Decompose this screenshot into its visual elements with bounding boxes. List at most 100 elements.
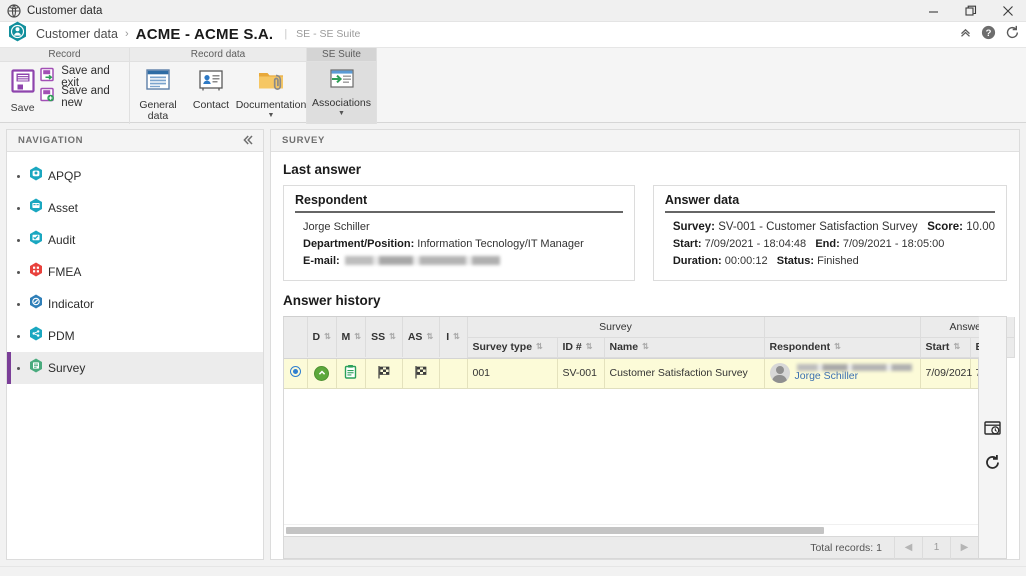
sidebar-item-asset[interactable]: Asset [7, 192, 263, 224]
sort-icon[interactable]: ⇅ [426, 333, 433, 341]
refresh-icon[interactable] [1005, 25, 1020, 45]
save-and-new-button[interactable]: Save and new [40, 85, 124, 109]
col-d[interactable]: D ⇅ [307, 317, 337, 357]
col-as[interactable]: AS ⇅ [402, 317, 440, 357]
close-button[interactable] [989, 0, 1026, 22]
col-ss[interactable]: SS ⇅ [365, 317, 403, 357]
respondent-email-label: E-mail: [303, 255, 340, 267]
status-bar [0, 566, 1026, 576]
next-page-button[interactable]: ▶ [950, 536, 978, 559]
answer-score-label: Score: [927, 221, 964, 233]
answer-start-end-row: Start: 7/09/2021 - 18:04:48 End: 7/09/20… [665, 236, 995, 253]
checkered-flag-icon[interactable] [413, 365, 429, 382]
row-select-radio[interactable] [284, 358, 308, 389]
cell-ss[interactable] [365, 358, 403, 389]
cell-d[interactable] [307, 358, 337, 389]
grid-side-toolbar [979, 316, 1007, 559]
sort-icon[interactable]: ⇅ [453, 333, 460, 341]
answer-start-value: 7/09/2021 - 18:04:48 [704, 238, 807, 250]
col-group-survey: Survey [467, 317, 765, 338]
help-icon[interactable]: ? [981, 25, 996, 45]
minimize-button[interactable] [915, 0, 952, 22]
content-panel: SURVEY Last answer Respondent Jorge Schi… [270, 129, 1020, 560]
bullet-icon [17, 366, 20, 370]
green-clipboard-icon[interactable] [344, 365, 357, 382]
sidebar-item-pdm[interactable]: PDM [7, 320, 263, 352]
sort-icon[interactable]: ⇅ [953, 343, 960, 351]
content-title: SURVEY [282, 135, 326, 146]
answer-duration-value: 00:00:12 [724, 255, 768, 267]
associations-button[interactable]: Associations ▼ [312, 65, 371, 118]
respondent-email: E-mail: [295, 253, 623, 270]
answer-end-value: 7/09/2021 - 18:05:00 [842, 238, 945, 250]
section-title-answer-history: Answer history [283, 293, 381, 308]
answer-data-card: Answer data Survey: SV-001 - Customer Sa… [652, 185, 1007, 281]
sort-icon[interactable]: ⇅ [642, 343, 649, 351]
refresh-grid-icon[interactable] [984, 454, 1001, 476]
sidebar-item-audit[interactable]: Audit [7, 224, 263, 256]
chevron-down-icon[interactable]: ▼ [338, 110, 345, 118]
folder-clip-icon [257, 68, 285, 97]
sort-icon[interactable]: ⇅ [536, 343, 543, 351]
page-number[interactable]: 1 [922, 536, 950, 559]
grid-body-scroll[interactable]: 001 SV-001 Customer Satisfaction Survey [284, 358, 978, 525]
cell-survey-type: 001 [467, 358, 558, 389]
save-exit-icon [40, 67, 55, 87]
sidebar-item-apqp[interactable]: APQP [7, 160, 263, 192]
cell-as[interactable] [402, 358, 440, 389]
col-m[interactable]: M ⇅ [336, 317, 366, 357]
breadcrumb-record: ACME - ACME S.A. [135, 25, 274, 43]
screen-history-icon[interactable] [984, 420, 1001, 442]
col-id[interactable]: ID # ⇅ [557, 337, 605, 358]
cell-respondent-name[interactable]: Jorge Schiller [795, 371, 912, 382]
bullet-icon [17, 174, 20, 178]
chevron-down-icon[interactable]: ▼ [268, 112, 275, 120]
sort-icon[interactable]: ⇅ [354, 333, 361, 341]
green-circle-up-arrow-icon[interactable] [314, 365, 329, 381]
sidebar-item-survey[interactable]: Survey [7, 352, 263, 384]
save-and-exit-button[interactable]: Save and exit [40, 65, 124, 89]
answer-survey-row: Survey: SV-001 - Customer Satisfaction S… [665, 219, 995, 236]
general-data-button[interactable]: General data [132, 65, 184, 122]
chevrons-up-icon[interactable] [959, 26, 972, 44]
sidebar-item-indicator[interactable]: Indicator [7, 288, 263, 320]
navigation-panel: NAVIGATION APQP Asset Audit FMEA Indicat… [6, 129, 264, 560]
chevrons-left-icon[interactable] [241, 133, 255, 150]
contact-button[interactable]: Contact [185, 65, 237, 111]
cell-m[interactable] [336, 358, 366, 389]
sort-icon[interactable]: ⇅ [389, 333, 396, 341]
restore-button[interactable] [952, 0, 989, 22]
sort-icon[interactable]: ⇅ [834, 343, 841, 351]
documentation-button[interactable]: Documentation ▼ [236, 65, 306, 120]
prev-page-button[interactable]: ◀ [894, 536, 922, 559]
navigation-title: NAVIGATION [18, 135, 84, 146]
answer-history-grid-wrap: D ⇅ M ⇅ SS ⇅ AS ⇅ I ⇅ Survey Answer Surv… [283, 316, 1015, 559]
col-respondent[interactable]: Respondent ⇅ [764, 337, 921, 358]
sort-icon[interactable]: ⇅ [324, 333, 331, 341]
pdm-hexagon-icon [29, 326, 43, 346]
window-form-icon [145, 68, 171, 97]
col-i[interactable]: I ⇅ [439, 317, 468, 357]
sort-icon[interactable]: ⇅ [586, 343, 593, 351]
bullet-icon [17, 302, 20, 306]
save-button[interactable]: Save [5, 65, 40, 114]
sidebar-item-label: FMEA [48, 265, 82, 279]
scrollbar-thumb[interactable] [286, 527, 825, 534]
grid-horizontal-scrollbar[interactable] [284, 524, 978, 536]
col-name[interactable]: Name ⇅ [604, 337, 765, 358]
cell-name[interactable]: Customer Satisfaction Survey [604, 358, 765, 389]
col-survey-type[interactable]: Survey type ⇅ [467, 337, 558, 358]
cell-respondent[interactable]: Jorge Schiller [764, 358, 921, 389]
checkered-flag-icon[interactable] [376, 365, 392, 382]
col-start[interactable]: Start ⇅ [920, 337, 971, 358]
radio-selected-icon[interactable] [289, 366, 301, 378]
respondent-card: Respondent Jorge Schiller Department/Pos… [283, 185, 635, 281]
table-row[interactable]: 001 SV-001 Customer Satisfaction Survey [284, 358, 978, 389]
window-title: Customer data [27, 4, 103, 17]
cell-start: 7/09/2021 [920, 358, 972, 389]
breadcrumb-module[interactable]: Customer data [36, 27, 118, 41]
answer-start-label: Start: [672, 238, 702, 250]
associations-icon [329, 68, 355, 95]
customer-hexagon-icon [8, 21, 27, 47]
sidebar-item-fmea[interactable]: FMEA [7, 256, 263, 288]
